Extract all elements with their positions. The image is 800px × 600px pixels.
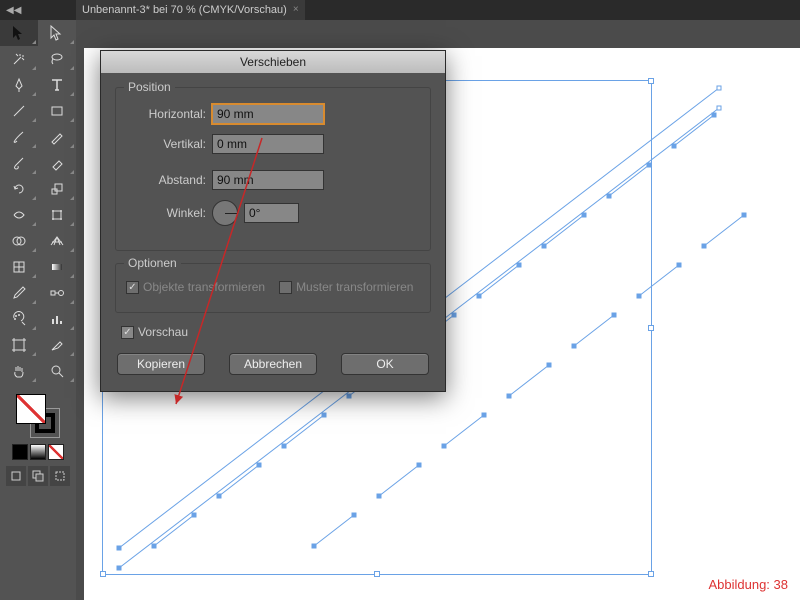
angle-input[interactable] <box>244 203 299 223</box>
rotate-tool[interactable] <box>0 176 38 202</box>
document-tab-area: Unbenannt-3* bei 70 % (CMYK/Vorschau) × <box>76 0 305 20</box>
type-tool[interactable] <box>38 72 76 98</box>
symbol-sprayer-tool[interactable] <box>0 306 38 332</box>
line-tool[interactable] <box>0 98 38 124</box>
free-transform-tool[interactable] <box>38 202 76 228</box>
zoom-tool[interactable] <box>38 358 76 384</box>
transform-patterns-label: Muster transformieren <box>296 280 413 294</box>
transform-objects-label: Objekte transformieren <box>143 280 265 294</box>
paintbrush-tool[interactable] <box>0 124 38 150</box>
fill-stroke-swatch[interactable] <box>16 394 60 438</box>
distance-input[interactable] <box>212 170 324 190</box>
direct-selection-tool[interactable] <box>38 20 76 46</box>
selection-tool[interactable] <box>0 20 38 46</box>
app-shell: ◀◀ Unbenannt-3* bei 70 % (CMYK/Vorschau)… <box>0 0 800 600</box>
magic-wand-tool[interactable] <box>0 46 38 72</box>
close-icon[interactable]: × <box>293 0 299 20</box>
scale-tool[interactable] <box>38 176 76 202</box>
draw-mode-inside[interactable] <box>50 466 70 486</box>
blend-tool[interactable] <box>38 280 76 306</box>
shape-builder-tool[interactable] <box>0 228 38 254</box>
options-legend: Optionen <box>124 256 181 270</box>
distance-label: Abstand: <box>126 173 206 187</box>
dialog-title-bar[interactable]: Verschieben <box>101 51 445 73</box>
preview-label: Vorschau <box>138 325 188 339</box>
position-legend: Position <box>124 80 175 94</box>
slice-tool[interactable] <box>38 332 76 358</box>
hand-tool[interactable] <box>0 358 38 384</box>
gradient-tool[interactable] <box>38 254 76 280</box>
perspective-grid-tool[interactable] <box>38 228 76 254</box>
color-mode-none[interactable] <box>48 444 64 460</box>
cancel-button[interactable]: Abbrechen <box>229 353 317 375</box>
eraser-tool[interactable] <box>38 150 76 176</box>
move-dialog: Verschieben Position Horizontal: Vertika… <box>100 50 446 392</box>
angle-label: Winkel: <box>126 206 206 220</box>
vertical-input[interactable] <box>212 134 324 154</box>
vertical-label: Vertikal: <box>126 137 206 151</box>
preview-checkbox[interactable]: ✓ <box>121 326 134 339</box>
tool-grid <box>0 20 76 384</box>
document-tab[interactable]: Unbenannt-3* bei 70 % (CMYK/Vorschau) × <box>76 0 305 20</box>
rectangle-tool[interactable] <box>38 98 76 124</box>
horizontal-input[interactable] <box>212 104 324 124</box>
ok-button[interactable]: OK <box>341 353 429 375</box>
color-mode-solid[interactable] <box>12 444 28 460</box>
column-graph-tool[interactable] <box>38 306 76 332</box>
transform-objects-checkbox[interactable]: ✓ <box>126 281 139 294</box>
options-fieldset: Optionen ✓ Objekte transformieren Muster… <box>115 263 431 313</box>
tool-panel <box>0 20 76 600</box>
dialog-title-label: Verschieben <box>240 55 306 69</box>
mesh-tool[interactable] <box>0 254 38 280</box>
blob-brush-tool[interactable] <box>0 150 38 176</box>
color-mode-gradient[interactable] <box>30 444 46 460</box>
angle-dial[interactable] <box>212 200 238 226</box>
position-fieldset: Position Horizontal: Vertikal: Abstand: … <box>115 87 431 251</box>
artboard-tool[interactable] <box>0 332 38 358</box>
panel-collapse-icon[interactable]: ◀◀ <box>0 5 27 16</box>
eyedropper-tool[interactable] <box>0 280 38 306</box>
draw-mode-behind[interactable] <box>28 466 48 486</box>
color-swatch-area <box>0 384 76 492</box>
pencil-tool[interactable] <box>38 124 76 150</box>
document-tab-label: Unbenannt-3* bei 70 % (CMYK/Vorschau) <box>82 0 287 20</box>
transform-patterns-checkbox[interactable] <box>279 281 292 294</box>
figure-caption: Abbildung: 38 <box>708 577 788 592</box>
pen-tool[interactable] <box>0 72 38 98</box>
copy-button[interactable]: Kopieren <box>117 353 205 375</box>
horizontal-label: Horizontal: <box>126 107 206 121</box>
lasso-tool[interactable] <box>38 46 76 72</box>
width-tool[interactable] <box>0 202 38 228</box>
draw-mode-normal[interactable] <box>6 466 26 486</box>
fill-swatch[interactable] <box>16 394 46 424</box>
